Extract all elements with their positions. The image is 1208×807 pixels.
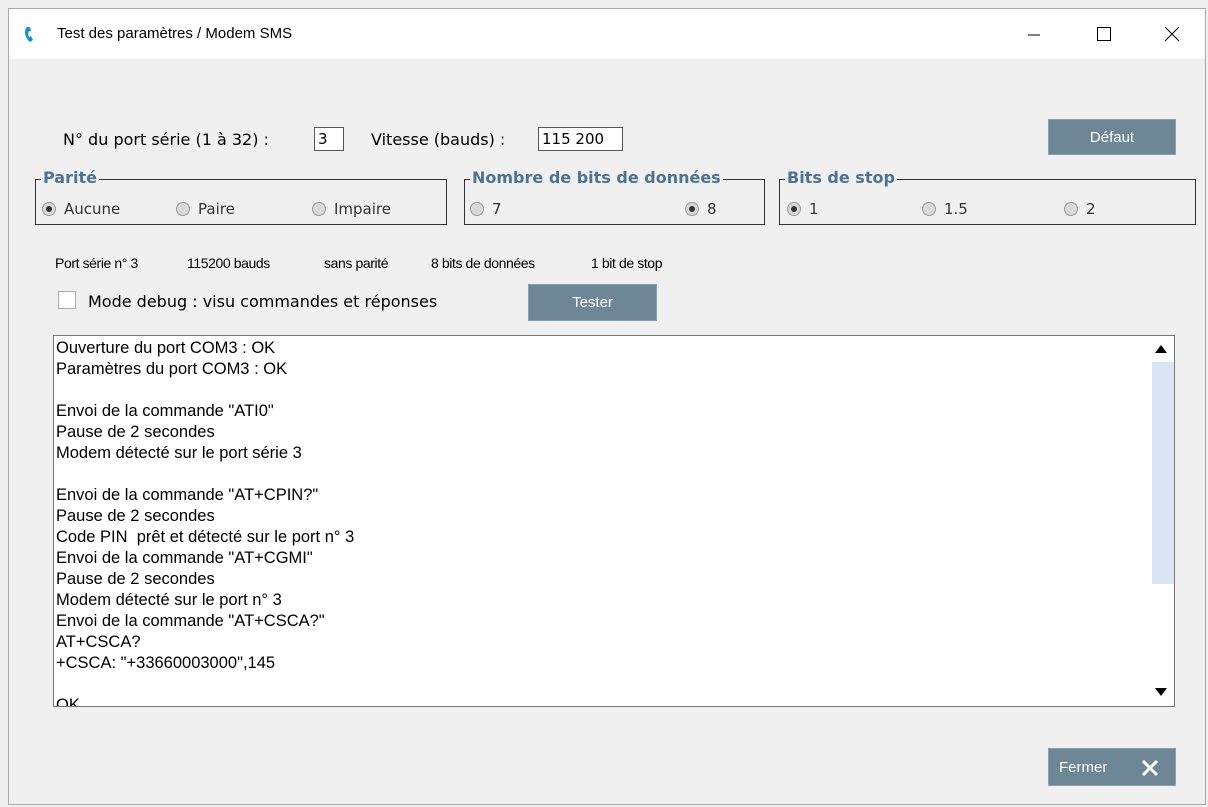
default-button[interactable]: Défaut xyxy=(1048,119,1176,155)
close-window-button[interactable] xyxy=(1149,9,1195,59)
summary-bauds: 115200 bauds xyxy=(187,255,270,271)
radio-label: 1.5 xyxy=(944,200,968,218)
radio-parity-none[interactable]: Aucune xyxy=(42,200,120,218)
summary-databits: 8 bits de données xyxy=(431,255,535,271)
radio-stopbits-2[interactable]: 2 xyxy=(1064,200,1096,218)
port-input[interactable]: 3 xyxy=(314,127,344,151)
radio-label: Paire xyxy=(198,200,235,218)
close-button[interactable]: Fermer xyxy=(1048,748,1176,786)
radio-label: 2 xyxy=(1086,200,1096,218)
log-textarea[interactable]: Ouverture du port COM3 : OK Paramètres d… xyxy=(53,335,1175,707)
speed-input[interactable]: 115 200 xyxy=(538,127,623,151)
stopbits-group: Bits de stop 1 1.5 2 xyxy=(779,168,1196,225)
radio-selected-icon xyxy=(787,202,801,216)
phone-app-icon xyxy=(25,27,33,42)
debug-checkbox[interactable] xyxy=(58,291,76,309)
minimize-icon xyxy=(1028,34,1040,36)
databits-group: Nombre de bits de données 7 8 xyxy=(464,168,765,225)
title-bar: Test des paramètres / Modem SMS xyxy=(9,9,1205,59)
summary-parity: sans parité xyxy=(324,255,389,271)
radio-unselected-icon xyxy=(312,202,326,216)
log-text: Ouverture du port COM3 : OK Paramètres d… xyxy=(56,339,355,707)
radio-unselected-icon xyxy=(922,202,936,216)
radio-label: 8 xyxy=(707,200,717,218)
stopbits-legend: Bits de stop xyxy=(785,168,897,187)
minimize-button[interactable] xyxy=(1011,9,1057,59)
radio-label: 1 xyxy=(809,200,819,218)
scroll-down-icon[interactable] xyxy=(1155,688,1167,696)
scroll-thumb[interactable] xyxy=(1152,362,1174,584)
window-title: Test des paramètres / Modem SMS xyxy=(57,25,293,42)
summary-stopbits: 1 bit de stop xyxy=(591,255,663,271)
radio-databits-8[interactable]: 8 xyxy=(685,200,717,218)
radio-label: Aucune xyxy=(64,200,121,218)
radio-selected-icon xyxy=(685,202,699,216)
radio-parity-even[interactable]: Paire xyxy=(176,200,235,218)
scroll-up-icon[interactable] xyxy=(1155,345,1167,353)
radio-unselected-icon xyxy=(1064,202,1078,216)
close-x-icon xyxy=(1141,759,1159,777)
parity-legend: Parité xyxy=(41,168,99,187)
radio-stopbits-1[interactable]: 1 xyxy=(787,200,819,218)
radio-label: Impaire xyxy=(334,200,391,218)
radio-parity-odd[interactable]: Impaire xyxy=(312,200,391,218)
maximize-button[interactable] xyxy=(1081,9,1127,59)
radio-unselected-icon xyxy=(176,202,190,216)
port-label: N° du port série (1 à 32) : xyxy=(63,130,269,149)
test-button[interactable]: Tester xyxy=(528,284,657,321)
radio-label: 7 xyxy=(492,200,502,218)
summary-port: Port série n° 3 xyxy=(55,255,138,271)
radio-selected-icon xyxy=(42,202,56,216)
radio-databits-7[interactable]: 7 xyxy=(470,200,502,218)
speed-label: Vitesse (bauds) : xyxy=(371,130,506,149)
parity-group: Parité Aucune Paire Impaire xyxy=(35,168,447,225)
debug-label: Mode debug : visu commandes et réponses xyxy=(88,292,438,311)
close-icon xyxy=(1164,26,1180,42)
databits-legend: Nombre de bits de données xyxy=(470,168,723,187)
dialog-window: Test des paramètres / Modem SMS N° du po… xyxy=(8,8,1206,805)
close-button-label: Fermer xyxy=(1059,758,1108,776)
radio-unselected-icon xyxy=(470,202,484,216)
radio-stopbits-1-5[interactable]: 1.5 xyxy=(922,200,968,218)
maximize-icon xyxy=(1097,27,1111,41)
log-scrollbar[interactable] xyxy=(1148,336,1174,706)
